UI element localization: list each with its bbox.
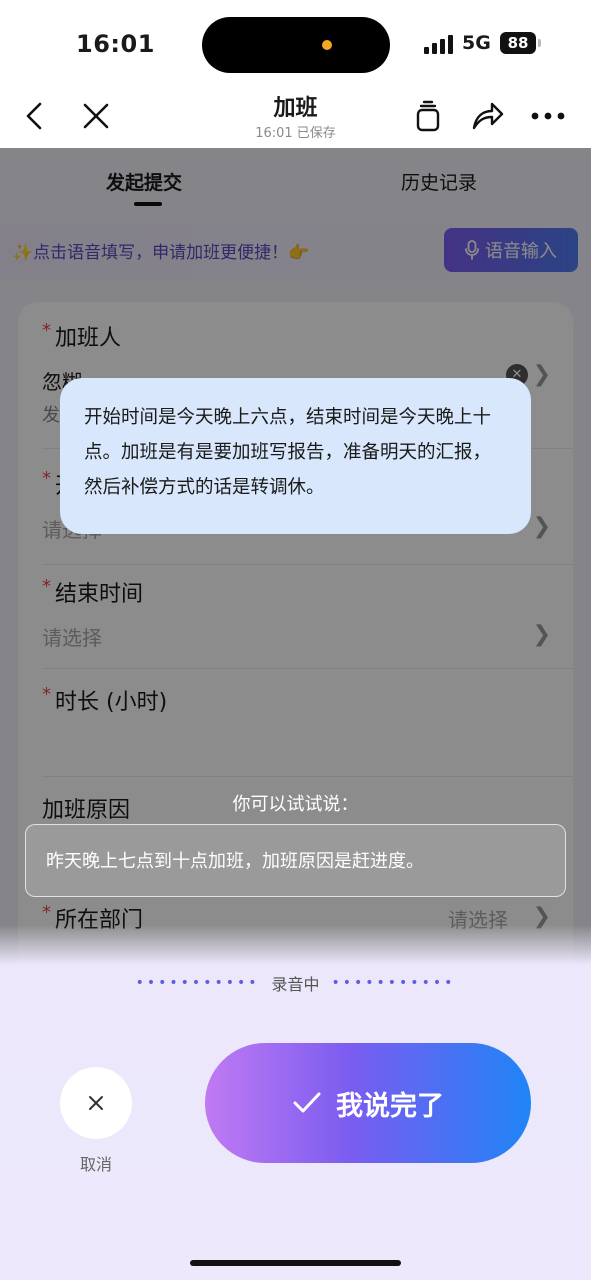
copy-icon[interactable] xyxy=(408,96,448,136)
network-type: 5G xyxy=(462,32,491,54)
hint-label: 你可以试试说： xyxy=(232,794,359,815)
close-icon xyxy=(89,1096,103,1110)
done-speaking-label: 我说完了 xyxy=(336,1090,444,1122)
check-icon xyxy=(293,1092,321,1113)
battery-tip xyxy=(538,39,541,47)
home-indicator[interactable] xyxy=(190,1260,401,1266)
done-speaking-button[interactable]: 我说完了 xyxy=(205,1043,531,1163)
battery-icon: 88 xyxy=(500,32,536,54)
waveform-right: ••••••••••• xyxy=(331,975,456,991)
waveform-left: ••••••••••• xyxy=(135,975,260,991)
recording-status: ••••••••••• 录音中 ••••••••••• xyxy=(0,971,591,995)
transcript-bubble: 开始时间是今天晚上六点，结束时间是今天晚上十点。加班是有是要加班写报告，准备明天… xyxy=(60,378,531,534)
more-icon[interactable] xyxy=(528,96,568,136)
cancel-button[interactable] xyxy=(60,1067,132,1139)
nav-bar: 加班 16:01 已保存 xyxy=(0,90,591,148)
signal-icon xyxy=(424,34,456,54)
status-time: 16:01 xyxy=(76,30,155,58)
hint-example: 昨天晚上七点到十点加班，加班原因是赶进度。 xyxy=(25,824,566,897)
share-icon[interactable] xyxy=(468,96,508,136)
status-bar: 16:01 5G 88 xyxy=(0,0,591,90)
recording-label: 录音中 xyxy=(271,975,320,994)
dynamic-island xyxy=(202,17,390,73)
cancel-label: 取消 xyxy=(79,1155,112,1174)
voice-panel: ••••••••••• 录音中 ••••••••••• 取消 我说完了 xyxy=(0,925,591,1280)
recording-indicator-dot xyxy=(322,40,332,50)
